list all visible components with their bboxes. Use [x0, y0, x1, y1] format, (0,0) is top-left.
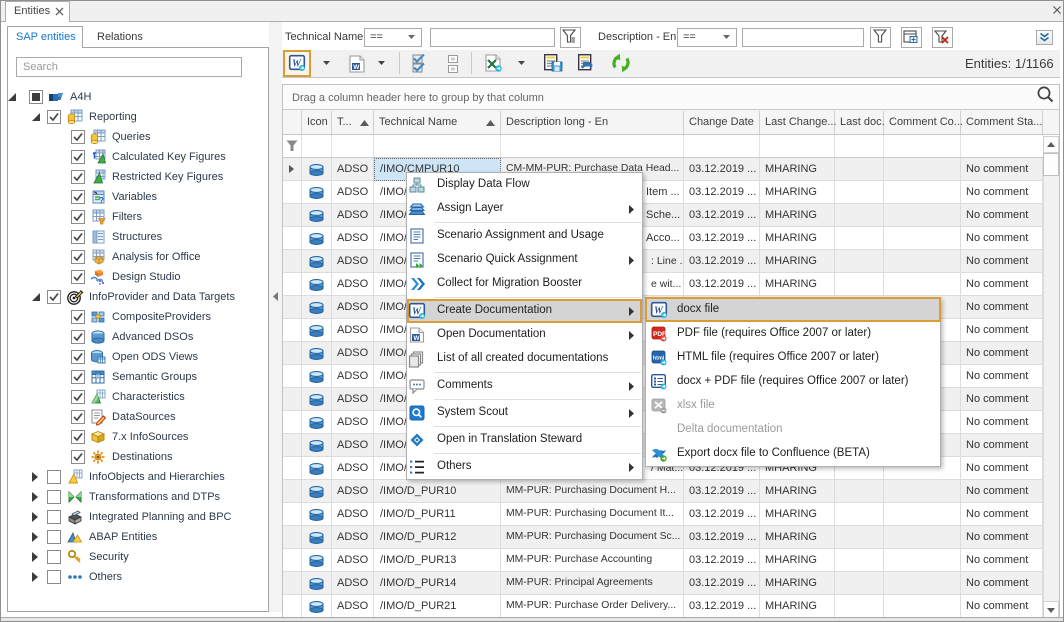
svg-text:?: ? — [99, 196, 104, 205]
svg-text:W: W — [353, 64, 360, 71]
svg-text:W: W — [413, 335, 420, 342]
